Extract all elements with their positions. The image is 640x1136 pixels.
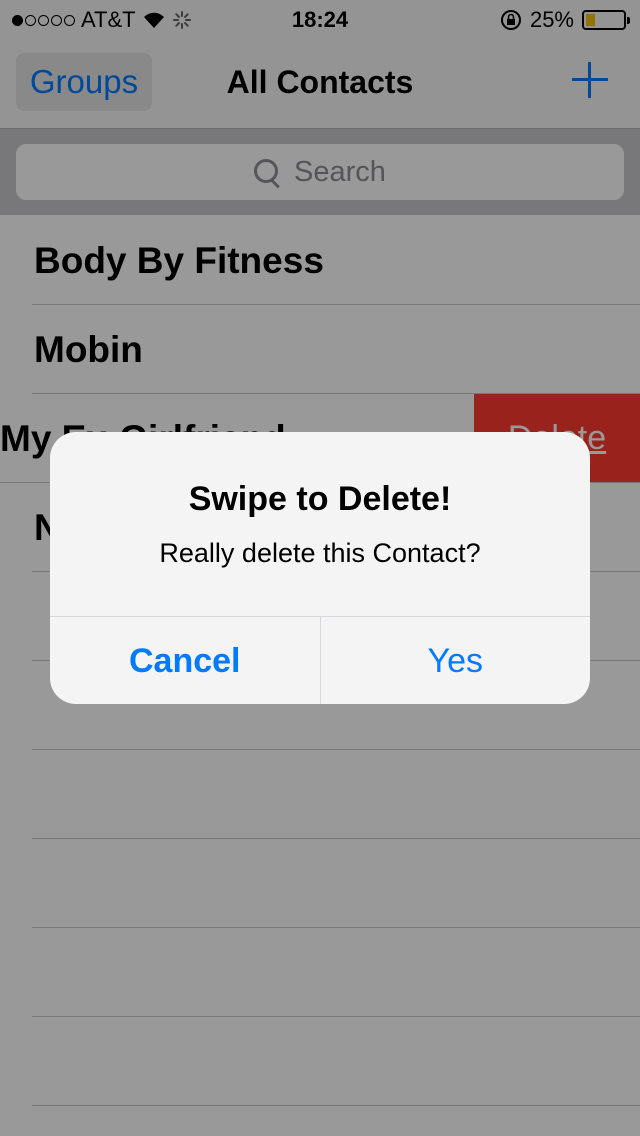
alert-message: Really delete this Contact? (159, 538, 481, 568)
cancel-button[interactable]: Cancel (50, 617, 321, 704)
alert-title: Swipe to Delete! (188, 480, 452, 518)
alert-dialog: Swipe to Delete! Really delete this Cont… (50, 432, 590, 704)
alert-actions: Cancel Yes (50, 616, 590, 704)
screen: AT&T 18:24 25% Groups All Contacts Searc… (0, 0, 640, 1136)
yes-button[interactable]: Yes (321, 617, 591, 704)
